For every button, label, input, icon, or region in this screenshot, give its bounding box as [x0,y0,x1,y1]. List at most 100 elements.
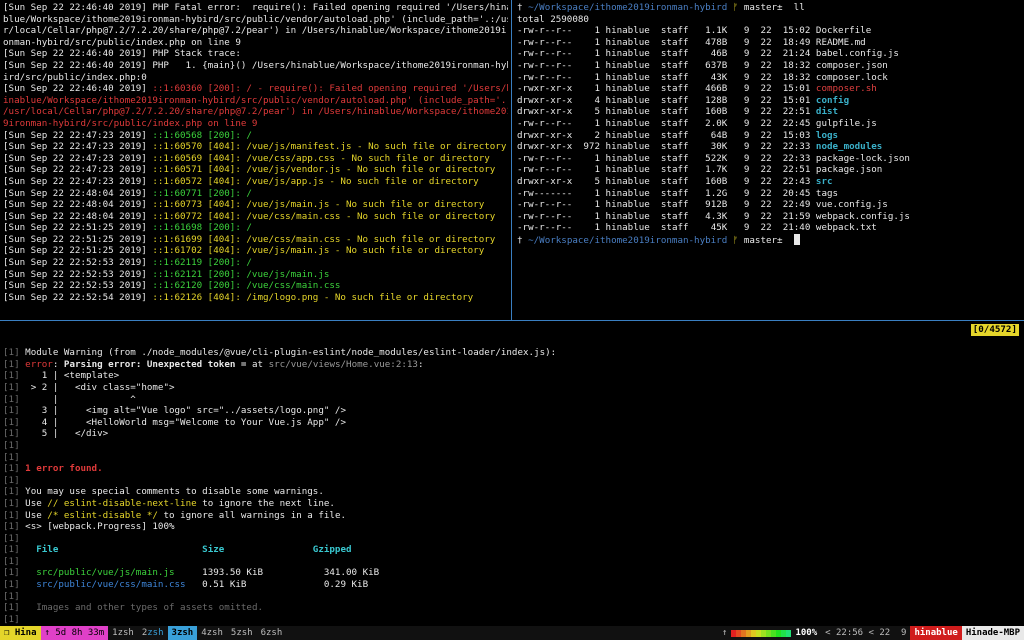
process-prefix: [1] [3,347,20,359]
build-line: [1] 3 | <img alt="Vue logo" src="../asse… [3,405,1021,417]
file-name[interactable]: vue.config.js [816,199,888,210]
log-text: inablue/Workspace/ithome2019ironman-hybi… [3,94,508,106]
file-time: 22:33 [777,141,811,153]
file-month: 9 [732,199,750,211]
file-size: 912B [694,199,728,211]
file-name[interactable]: README.md [816,37,866,48]
file-time: 20:45 [777,187,811,199]
file-name[interactable]: composer.sh [816,83,877,94]
file-day: 22 [755,164,772,176]
file-name[interactable]: package-lock.json [816,153,910,164]
file-name[interactable]: gulpfile.js [816,118,877,129]
log-line: [Sun Sep 22 22:48:04 2019] ::1:60773 [40… [3,199,508,211]
file-row: -rw-r--r-- 1 hinablue staff 4.3K 9 22 21… [517,211,1022,223]
file-time: 15:01 [777,94,811,106]
process-prefix: [1] [3,358,20,370]
file-name[interactable]: dist [816,106,838,117]
window-tab-6[interactable]: 6 zsh [257,626,287,640]
file-owner: hinablue [605,129,650,141]
file-name[interactable]: logs [816,130,838,141]
build-line: [1] src/public/vue/css/main.css 0.51 KiB… [3,579,1021,591]
build-line: [1] [3,440,1021,452]
build-line: [1] Module Warning (from ./node_modules/… [3,347,1021,359]
build-text: Images and other types of assets omitted… [25,602,264,614]
build-line: [1] 1 error found. [3,463,1021,475]
prompt-icon: † [517,234,523,246]
log-text: ::1:60771 [200]: / [152,187,252,199]
window-tab-3[interactable]: 3 zsh [167,626,198,640]
file-row: -rw-r--r-- 1 hinablue staff 912B 9 22 22… [517,199,1022,211]
server-log-pane[interactable]: [Sun Sep 22 22:46:40 2019] PHP Fatal err… [3,2,508,318]
file-name[interactable]: config [816,95,849,106]
file-size: 30K [694,141,728,153]
file-day: 22 [755,59,772,71]
file-group: staff [660,71,689,83]
uptime-label: 5d 8h 33m [55,628,105,638]
log-text: 9ironman-hybird/src/public/index.php on … [3,117,258,129]
file-name[interactable]: babel.config.js [816,48,899,59]
build-line: [1] <s> [webpack.Progress] 100% [3,521,1021,533]
file-name[interactable]: composer.lock [816,72,888,83]
file-time: 18:49 [777,36,811,48]
file-size: 46B [694,48,728,60]
file-listing-pane[interactable]: † ~/Workspace/ithome2019ironman-hybird ᚠ… [517,2,1022,318]
file-month: 9 [732,106,750,118]
file-name[interactable]: tags [816,188,838,199]
file-links: 1 [572,25,600,37]
file-name[interactable]: node_modules [816,141,882,152]
text-cursor[interactable] [793,233,800,245]
file-name[interactable]: src [816,176,833,187]
log-line: [Sun Sep 22 22:47:23 2019] ::1:60572 [40… [3,176,508,188]
file-day: 22 [755,106,772,118]
window-tab-1[interactable]: 1 zsh [108,626,138,640]
log-text: [Sun Sep 22 22:51:25 2019] [3,233,153,245]
log-text: ::1:60571 [404]: /vue/js/vendor.js - No … [152,164,496,176]
file-month: 9 [732,94,750,106]
prompt-path: ~/Workspace/ithome2019ironman-hybird [528,234,728,246]
build-line: [1] [3,452,1021,464]
file-links: 4 [572,94,600,106]
log-text: blue/Workspace/ithome2019ironman-hybird/… [3,13,508,25]
file-name[interactable]: package.json [816,164,882,175]
build-line: [1] 4 | <HelloWorld msg="Welcome to Your… [3,417,1021,429]
window-name: zsh [236,628,253,638]
user-label: hinablue [910,626,962,640]
window-tab-2[interactable]: 2 zsh [138,626,168,640]
build-text: 1 error found. [25,463,103,475]
file-group: staff [660,175,689,187]
build-line: [1] | ^ [3,394,1021,406]
log-text: [Sun Sep 22 22:46:40 2019] PHP Fatal err… [3,2,508,13]
file-name[interactable]: webpack.txt [816,222,877,233]
log-line: [Sun Sep 22 22:52:53 2019] ::1:62119 [20… [3,257,508,269]
pane-divider-horizontal[interactable] [0,320,1024,321]
pane-divider-vertical[interactable] [511,0,512,320]
file-name[interactable]: composer.json [816,60,888,71]
file-size: 160B [694,106,728,118]
file-name[interactable]: webpack.config.js [816,211,910,222]
git-branch: master± [743,234,783,246]
webpack-build-pane[interactable]: [0/4572] [1] Module Warning (from ./node… [3,324,1021,624]
log-text: [Sun Sep 22 22:52:53 2019] [3,268,153,280]
log-text: ::1:61698 [200]: / [152,222,252,234]
build-line: [1] > 2 | <div class="home"> [3,382,1021,394]
log-line: onman-hybird/src/public/index.php on lin… [3,37,508,49]
file-owner: hinablue [605,152,650,164]
file-links: 1 [572,48,600,60]
file-permissions: -rw-r--r-- [517,164,573,176]
file-time: 21:40 [777,222,811,234]
file-name[interactable]: Dockerfile [816,25,871,36]
log-line: [Sun Sep 22 22:47:23 2019] ::1:60569 [40… [3,153,508,165]
file-permissions: -rw-r--r-- [517,222,573,234]
file-permissions: drwxr-xr-x [517,106,573,118]
build-line: [1] Use /* eslint-disable */ to ignore a… [3,510,1021,522]
session-name[interactable]: ❐ Hina [0,626,41,640]
scroll-position-counter: [0/4572] [970,324,1019,336]
file-month: 9 [732,71,750,83]
window-tab-4[interactable]: 4 zsh [197,626,227,640]
build-line: [1] 5 | </div> [3,428,1021,440]
file-size: 1.1K [694,25,728,37]
build-text: <s> [webpack.Progress] 100% [25,521,175,533]
log-line: [Sun Sep 22 22:52:53 2019] ::1:62120 [20… [3,280,508,292]
file-owner: hinablue [605,175,650,187]
window-tab-5[interactable]: 5 zsh [227,626,257,640]
